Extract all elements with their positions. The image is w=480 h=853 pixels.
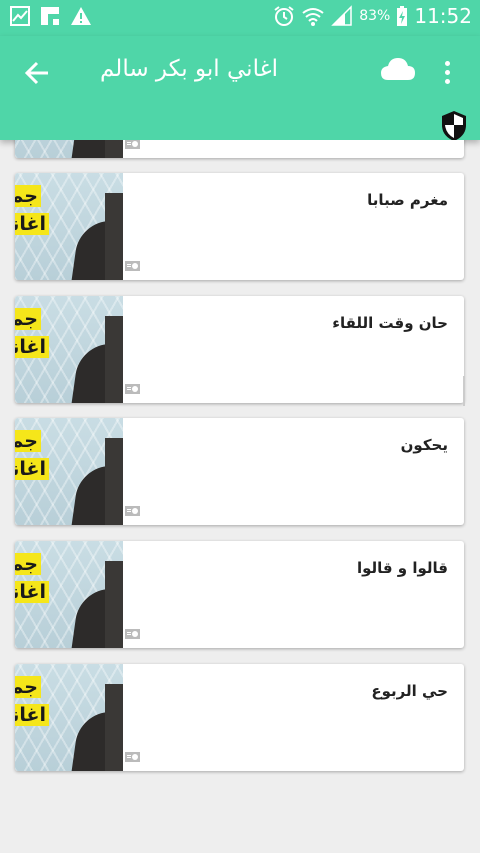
song-list[interactable]: جميع اغاني مغرم صبابا جميع اغاني حان وقت… (0, 140, 480, 853)
thumbnail-text: اغاني (15, 336, 49, 358)
thumbnail-text: جميع (15, 553, 41, 575)
battery-charging-icon (397, 6, 408, 26)
signal-icon (331, 5, 352, 26)
song-thumbnail: جميع اغاني (15, 296, 123, 403)
thumbnail-text: اغاني (15, 213, 49, 235)
more-vert-icon (444, 60, 450, 66)
page-title: اغاني ابو بكر سالم (100, 56, 278, 82)
battery-percent: 83% (359, 8, 391, 24)
song-thumbnail: جميع اغاني (15, 173, 123, 280)
thumbnail-text: جميع (15, 308, 41, 330)
song-title: مغرم صبابا (367, 191, 448, 209)
radio-icon (125, 384, 140, 394)
flipboard-icon (41, 7, 59, 25)
song-title: حي الربوع (371, 682, 448, 700)
cloud-button[interactable] (380, 56, 420, 88)
thumbnail-text: جميع (15, 430, 41, 452)
song-thumbnail: جميع اغاني (15, 541, 123, 648)
radio-icon (125, 140, 140, 149)
song-thumbnail: جميع اغاني (15, 664, 123, 771)
thumbnail-text: اغاني (15, 581, 49, 603)
scrollbar[interactable] (463, 376, 465, 406)
song-title: حان وقت اللقاء (332, 314, 448, 332)
radio-icon (125, 261, 140, 271)
more-options-button[interactable] (436, 56, 458, 88)
status-bar: 83% 11:52 (0, 0, 480, 36)
song-thumbnail: جميع اغاني (15, 418, 123, 525)
thumbnail-text: جميع (15, 185, 41, 207)
list-item[interactable] (15, 140, 464, 158)
wifi-icon (302, 8, 324, 26)
image-icon (10, 6, 30, 26)
song-title: قالوا و قالوا (356, 559, 448, 577)
radio-icon (125, 506, 140, 516)
radio-icon (125, 752, 140, 762)
app-bar: اغاني ابو بكر سالم (0, 36, 480, 142)
arrow-left-icon (24, 61, 48, 85)
clock: 11:52 (414, 4, 472, 28)
thumbnail-text: جميع (15, 676, 41, 698)
list-item[interactable]: جميع اغاني يحكون (15, 418, 464, 525)
radio-icon (125, 629, 140, 639)
thumbnail-text: اغاني (15, 458, 49, 480)
thumbnail-text: اغاني (15, 704, 49, 726)
list-item[interactable]: جميع اغاني حي الربوع (15, 664, 464, 771)
list-item[interactable]: جميع اغاني مغرم صبابا (15, 173, 464, 280)
shield-icon[interactable] (440, 110, 468, 142)
list-item[interactable]: جميع اغاني حان وقت اللقاء (15, 296, 464, 403)
song-title: يحكون (400, 436, 448, 454)
alarm-icon (274, 6, 294, 26)
back-button[interactable] (20, 56, 54, 90)
warning-icon (71, 7, 91, 25)
list-item[interactable]: جميع اغاني قالوا و قالوا (15, 541, 464, 648)
song-thumbnail (15, 140, 123, 158)
cloud-icon (381, 58, 415, 80)
